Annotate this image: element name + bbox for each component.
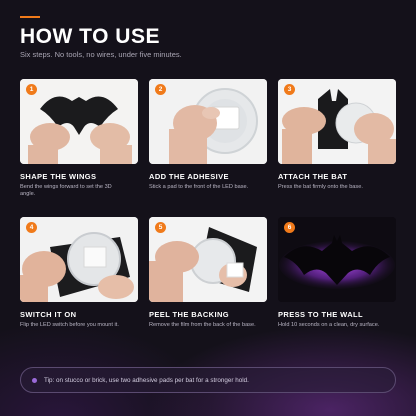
step-title: SWITCH IT ON (20, 310, 77, 319)
step-card-2: 2 ADD THE ADHESIVE Stick a pad to the fr… (149, 79, 267, 217)
step-card-3: 3 ATTACH THE BAT Press the bat firmly on… (278, 79, 396, 217)
bullet-dot-icon (32, 377, 37, 383)
step-title: PRESS TO THE WALL (278, 310, 364, 319)
attach-bat-icon (278, 79, 396, 164)
page-subtitle: Six steps. No tools, no wires, under fiv… (20, 50, 182, 59)
step-card-5: 5 PEEL THE BACKING Remove the film from … (149, 217, 267, 355)
step-title: ATTACH THE BAT (278, 172, 348, 181)
step-number-badge: 4 (26, 222, 37, 233)
step-title: PEEL THE BACKING (149, 310, 230, 319)
steps-grid: 1 SHAPE THE WINGS Bend the wings forward… (20, 79, 396, 355)
step-number-badge: 3 (284, 84, 295, 95)
step-photo-5: 5 (149, 217, 267, 302)
step-number-badge: 1 (26, 84, 37, 95)
peel-backing-icon (149, 217, 267, 302)
led-switch-icon (20, 217, 138, 302)
step-photo-6: 6 (278, 217, 396, 302)
bat-wings-hands-icon (20, 79, 138, 164)
tip-banner: Tip: on stucco or brick, use two adhesiv… (20, 367, 396, 393)
step-description: Bend the wings forward to set the 3D ang… (20, 184, 112, 197)
step-card-1: 1 SHAPE THE WINGS Bend the wings forward… (20, 79, 138, 217)
adhesive-pad-icon (149, 79, 267, 164)
step-card-6: 6 PRESS TO THE WALL Hold 10 seconds on a… (278, 217, 396, 355)
step-description: Press the bat firmly onto the base. (278, 184, 363, 190)
glowing-bat-icon (278, 217, 396, 302)
step-description: Stick a pad to the front of the LED base… (149, 184, 249, 190)
step-number-badge: 6 (284, 222, 295, 233)
step-photo-4: 4 (20, 217, 138, 302)
accent-bar (20, 16, 40, 18)
step-photo-1: 1 (20, 79, 138, 164)
step-number-badge: 5 (155, 222, 166, 233)
step-number-badge: 2 (155, 84, 166, 95)
step-card-4: 4 SWITCH IT ON Flip the LED switch befor… (20, 217, 138, 355)
step-photo-2: 2 (149, 79, 267, 164)
step-photo-3: 3 (278, 79, 396, 164)
tip-text: Tip: on stucco or brick, use two adhesiv… (44, 376, 249, 384)
step-description: Flip the LED switch before you mount it. (20, 322, 119, 328)
step-description: Remove the film from the back of the bas… (149, 322, 256, 328)
step-description: Hold 10 seconds on a clean, dry surface. (278, 322, 380, 328)
step-title: SHAPE THE WINGS (20, 172, 97, 181)
page-title: HOW TO USE (20, 25, 160, 48)
step-title: ADD THE ADHESIVE (149, 172, 229, 181)
